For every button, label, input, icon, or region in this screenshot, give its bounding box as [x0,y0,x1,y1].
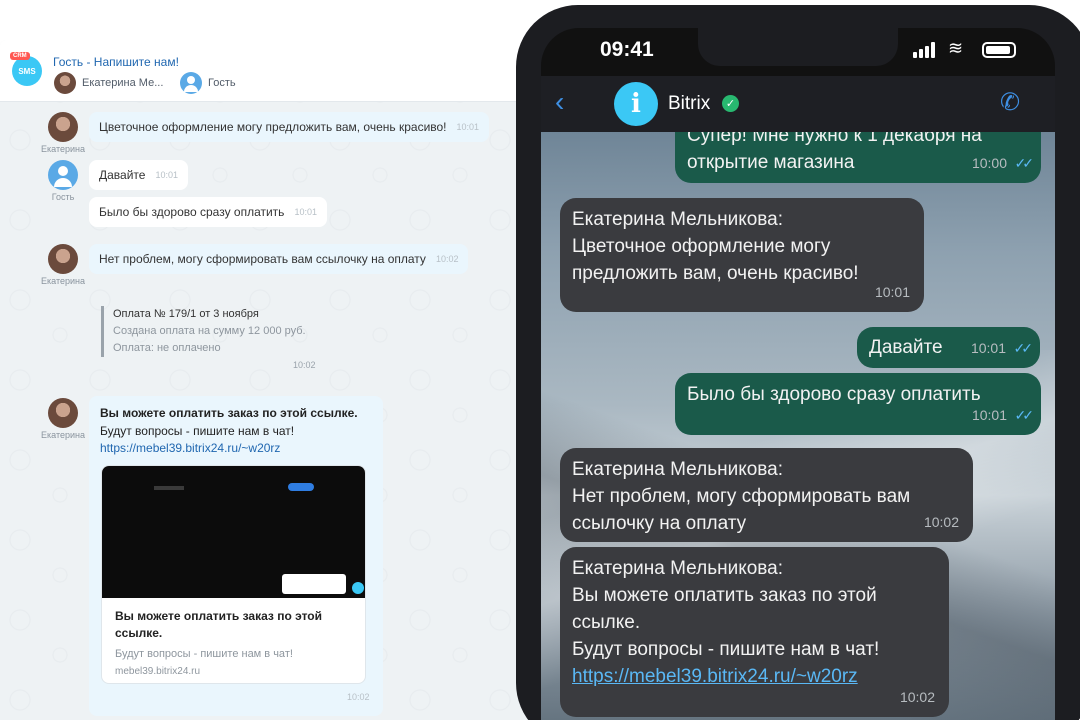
status-bar-time: 09:41 [600,38,654,61]
battery-icon [982,42,1016,58]
incoming-message: Екатерина Мельникова: Нет проблем, могу … [560,448,973,542]
message-text: Будут вопросы - пишите нам в чат! [572,639,880,660]
message-text: Было бы здорово сразу оплатить [687,384,981,405]
participant-guest[interactable]: Гость [180,72,236,94]
participant-name: Гость [208,77,236,89]
message-sender: Екатерина Мельникова: [572,558,784,579]
payment-status: Оплата: не оплачено [113,342,221,354]
read-ticks-icon: ✓✓ [1014,407,1035,423]
link-preview-image [102,466,365,598]
message-time: 10:01 [456,122,480,132]
message-bubble: Цветочное оформление могу предложить вам… [89,112,490,142]
link-preview-card[interactable]: Вы можете оплатить заказ по этой ссылке.… [101,465,366,684]
preview-decoration [288,483,314,491]
payment-title: Оплата № 179/1 от 3 ноября [113,308,259,320]
wifi-icon: ≋ [948,38,964,58]
message-bubble: Было бы здорово сразу оплатить 10:01 [89,197,327,227]
message-sender: Екатерина Мельникова: [572,209,784,230]
message-time: 10:01 [155,170,178,180]
avatar [48,398,78,428]
message-text: Вы можете оплатить заказ по этой ссылке. [572,585,877,633]
message-text: Нет проблем, могу сформировать вам ссыло… [572,486,911,534]
message-time: 10:01 [971,407,1007,423]
crm-chat-panel: SMS CRM Гость - Напишите нам! Екатерина … [0,40,530,720]
link-message-question: Будут вопросы - пишите нам в чат! [100,424,295,438]
message-author: Екатерина [38,244,88,286]
message-sender: Екатерина Мельникова: [572,459,784,480]
payment-created: Создана оплата на сумму 12 000 руб. [113,325,306,337]
message-time: 10:01 [294,207,317,217]
contact-name[interactable]: Bitrix [668,93,710,115]
sms-channel-icon: SMS [12,56,42,86]
message-text: Нет проблем, могу сформировать вам ссыло… [99,252,426,266]
guest-avatar [48,160,78,190]
message-time: 10:02 [347,692,370,702]
crm-badge: CRM [10,52,30,60]
outgoing-message: Давайте 10:01 ✓✓ [857,327,1040,368]
message-time: 10:00 [971,155,1007,171]
message-time: 10:02 [899,689,935,705]
verified-check-icon: ✓ [722,95,739,112]
link-preview-title: Вы можете оплатить заказ по этой ссылке. [115,609,323,640]
incoming-message: Екатерина Мельникова: Вы можете оплатить… [560,547,949,717]
message-text: Супер! Мне нужно к 1 декабря на открытие… [687,125,982,173]
payment-link[interactable]: https://mebel39.bitrix24.ru/~w20rz [572,663,937,690]
participant-ekaterina[interactable]: Екатерина Ме... [54,72,163,94]
message-time: 10:02 [923,514,959,530]
incoming-message: Екатерина Мельникова: Цветочное оформлен… [560,198,924,312]
chat-title-link[interactable]: Гость - Напишите нам! [53,55,179,69]
payment-link[interactable]: https://mebel39.bitrix24.ru/~w20rz [100,441,280,455]
read-ticks-icon: ✓✓ [1014,155,1035,171]
message-bubble: Нет проблем, могу сформировать вам ссыло… [89,244,469,274]
message-text: Давайте [99,168,146,182]
payment-time: 10:02 [293,360,316,370]
avatar [54,72,76,94]
link-preview-description: Будут вопросы - пишите нам в чат! [115,648,293,660]
message-text: Цветочное оформление могу предложить вам… [572,236,859,284]
message-bubble: Давайте 10:01 [89,160,188,190]
message-author: Екатерина [38,112,88,154]
participant-name: Екатерина Ме... [82,77,164,89]
read-ticks-icon: ✓✓ [1013,340,1034,356]
message-text: Давайте [869,337,943,358]
message-text: Было бы здорово сразу оплатить [99,205,285,219]
link-message-title: Вы можете оплатить заказ по этой ссылке. [100,406,358,420]
crm-chat-header: SMS CRM Гость - Напишите нам! Екатерина … [0,40,530,102]
screenshot-root: SMS CRM Гость - Напишите нам! Екатерина … [0,0,1080,720]
signal-icon [913,42,941,58]
add-call-icon[interactable]: ✆ [1000,88,1020,117]
message-text: Цветочное оформление могу предложить вам… [99,120,447,134]
message-time: 10:01 [874,284,910,300]
message-author: Гость [38,160,88,202]
avatar [48,244,78,274]
preview-decoration [282,574,346,594]
link-message-bubble: Вы можете оплатить заказ по этой ссылке.… [89,396,383,716]
avatar [48,112,78,142]
link-preview-domain: mebel39.bitrix24.ru [115,666,201,677]
payment-info-block: Оплата № 179/1 от 3 ноября Создана оплат… [101,306,306,357]
guest-avatar [180,72,202,94]
message-author: Екатерина [38,398,88,440]
back-chevron-icon[interactable]: ‹ [555,88,564,116]
message-time: 10:02 [435,254,459,264]
outgoing-message: Было бы здорово сразу оплатить 10:01 ✓✓ [675,373,1041,435]
phone-notch [698,28,898,66]
preview-decoration [352,582,364,594]
preview-decoration [154,486,184,490]
contact-avatar[interactable]: i [614,82,658,126]
message-time: 10:01 [970,340,1006,356]
